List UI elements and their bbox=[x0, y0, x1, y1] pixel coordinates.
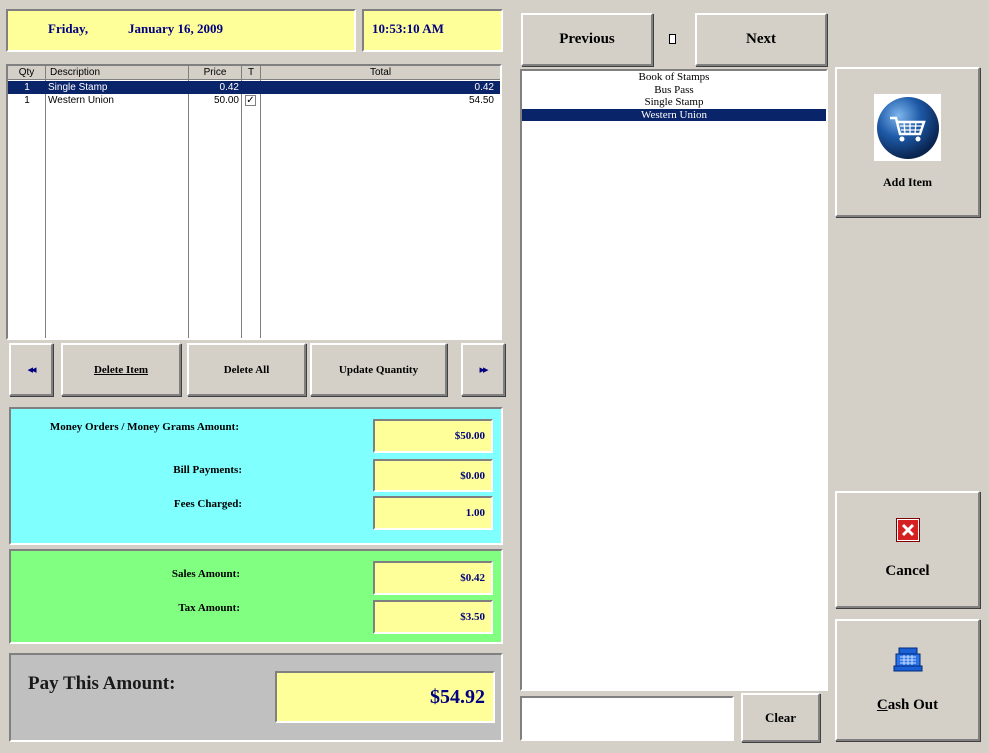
row-taxed[interactable] bbox=[242, 81, 261, 94]
fees-charged-value: 1.00 bbox=[373, 496, 493, 530]
delete-all-button[interactable]: Delete All bbox=[187, 343, 306, 396]
row-taxed[interactable]: ✓ bbox=[242, 94, 261, 107]
transaction-grid[interactable]: Qty Description Price T Total 1 Single S… bbox=[6, 64, 502, 340]
money-orders-value: $50.00 bbox=[373, 419, 493, 453]
row-price: 50.00 bbox=[213, 95, 239, 106]
cash-out-label: Cash Out bbox=[876, 697, 939, 713]
taxed-checkbox[interactable]: ✓ bbox=[245, 95, 256, 106]
col-total-header[interactable]: Total bbox=[261, 66, 500, 80]
bill-payments-label: Bill Payments: bbox=[173, 464, 242, 476]
col-description-header[interactable]: Description bbox=[46, 66, 189, 80]
search-input[interactable] bbox=[520, 696, 734, 741]
update-quantity-button[interactable]: Update Quantity bbox=[310, 343, 447, 396]
previous-page-button[interactable]: Previous bbox=[521, 13, 653, 66]
pay-amount-label: Pay This Amount: bbox=[28, 673, 176, 694]
table-row[interactable]: 1 Western Union 50.00 ✓ 54.50 bbox=[8, 94, 500, 107]
row-total: 0.42 bbox=[474, 82, 494, 93]
cancel-button[interactable]: Cancel bbox=[835, 491, 980, 608]
sales-amount-value: $0.42 bbox=[373, 561, 493, 595]
fast-forward-icon: ▸▸ bbox=[479, 364, 488, 376]
sales-panel: Sales Amount: $0.42 Tax Amount: $3.50 bbox=[9, 549, 503, 644]
date-display: Friday, January 16, 2009 bbox=[6, 9, 356, 52]
cash-register-icon bbox=[893, 646, 923, 677]
money-orders-label: Money Orders / Money Grams Amount: bbox=[49, 421, 239, 433]
list-item[interactable]: Single Stamp bbox=[522, 96, 826, 109]
page-indicator bbox=[669, 34, 676, 44]
scroll-left-button[interactable]: ◂◂ bbox=[9, 343, 53, 396]
delete-item-button[interactable]: Delete Item bbox=[61, 343, 181, 396]
col-taxed-header[interactable]: T bbox=[242, 66, 261, 80]
cancel-label: Cancel bbox=[885, 563, 930, 579]
row-qty: 1 bbox=[24, 95, 30, 106]
row-description: Single Stamp bbox=[48, 82, 108, 93]
tax-amount-value: $3.50 bbox=[373, 600, 493, 634]
time-value: 10:53:10 AM bbox=[372, 21, 444, 36]
fees-charged-label: Fees Charged: bbox=[173, 498, 242, 510]
grid-header: Qty Description Price T Total bbox=[8, 66, 500, 80]
shopping-cart-icon bbox=[874, 94, 941, 161]
money-orders-panel: Money Orders / Money Grams Amount: $50.0… bbox=[9, 407, 503, 545]
date-day: Friday, bbox=[48, 21, 89, 36]
clear-button[interactable]: Clear bbox=[741, 693, 820, 742]
bill-payments-value: $0.00 bbox=[373, 459, 493, 492]
table-row[interactable]: 1 Single Stamp 0.42 0.42 bbox=[8, 81, 500, 94]
time-display: 10:53:10 AM bbox=[362, 9, 503, 52]
sales-amount-label: Sales Amount: bbox=[171, 568, 240, 580]
list-item[interactable]: Western Union bbox=[522, 108, 826, 121]
cash-out-button[interactable]: Cash Out bbox=[835, 619, 980, 741]
list-item[interactable]: Book of Stamps bbox=[522, 71, 826, 84]
row-price: 0.42 bbox=[219, 82, 239, 93]
list-item[interactable]: Bus Pass bbox=[522, 84, 826, 97]
scroll-right-button[interactable]: ▸▸ bbox=[461, 343, 505, 396]
col-price-header[interactable]: Price bbox=[189, 66, 242, 80]
tax-amount-label: Tax Amount: bbox=[178, 602, 240, 614]
product-list[interactable]: Book of Stamps Bus Pass Single Stamp Wes… bbox=[520, 69, 828, 691]
add-item-button[interactable]: Add Item bbox=[835, 67, 980, 217]
pay-amount-value: $54.92 bbox=[275, 671, 495, 723]
rewind-icon: ◂◂ bbox=[27, 364, 36, 376]
row-description: Western Union bbox=[48, 95, 114, 106]
date-value: January 16, 2009 bbox=[128, 21, 223, 36]
next-page-button[interactable]: Next bbox=[695, 13, 827, 66]
col-qty-header[interactable]: Qty bbox=[8, 66, 46, 80]
close-icon bbox=[896, 519, 919, 541]
add-item-label: Add Item bbox=[882, 175, 932, 189]
row-total: 54.50 bbox=[468, 95, 494, 106]
pay-panel: Pay This Amount: $54.92 bbox=[9, 653, 503, 742]
row-qty: 1 bbox=[24, 82, 30, 93]
